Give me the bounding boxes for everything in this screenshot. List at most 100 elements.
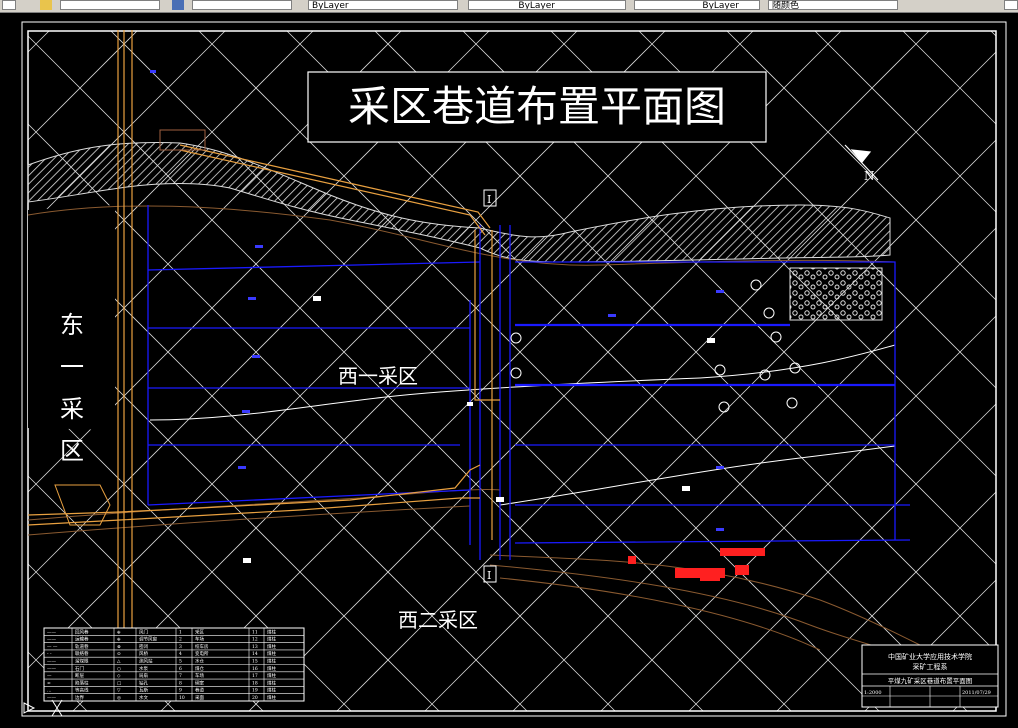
grid-line (27, 30, 50, 53)
grid-line (726, 30, 997, 301)
legend-cell: 运输巷 (75, 636, 89, 643)
legend-cell: ⊙ (117, 652, 121, 657)
toolbar-dropdown-arrow[interactable] (2, 0, 16, 10)
legend-cell: —— (47, 667, 57, 672)
legend-cell: — — (47, 645, 58, 650)
legend-cell: 18 (252, 680, 258, 686)
grid-line (512, 227, 997, 712)
legend-cell: 煤柱 (267, 679, 276, 686)
legend-cell: 煤柱 (267, 672, 276, 679)
legend-cell: 等高线 (75, 687, 89, 694)
properties-toolbar: ByLayer ByLayer ByLayer 随颜色 (0, 0, 1018, 13)
ucs-icon (23, 699, 63, 717)
legend-cell: 1 (179, 629, 182, 635)
legend-cell: 回风巷 (75, 629, 89, 635)
legend-cell: 14 (252, 651, 258, 657)
layer-state-icon[interactable] (40, 0, 52, 10)
legend-cell: 联络巷 (75, 650, 89, 657)
plotstyle-control-dropdown[interactable]: 随颜色 (768, 0, 898, 10)
legend-cell: 轨道巷 (75, 643, 89, 650)
legend-cell: —— (47, 638, 57, 643)
outcrop-hatch-band (27, 142, 891, 263)
legend-cell: 巷道 (195, 687, 204, 694)
toolbar-end-button[interactable] (1004, 0, 1018, 10)
legend-cell: 6 (179, 666, 182, 672)
layer-manager-icon[interactable] (172, 0, 184, 10)
legend-cell: 溜煤眼 (75, 658, 89, 665)
legend-cell: ▽ (117, 689, 121, 694)
legend-cell: 石门 (75, 665, 84, 672)
color-control-dropdown[interactable]: ByLayer (308, 0, 458, 10)
legend-table: —— 回风巷 ⊕ 风门 1 采区 11 煤柱 —— 运输巷 ⊕ 调节风窗 2 车场 12 煤柱 — — 轨道巷 ⊗ 密… (43, 627, 305, 702)
drawing-canvas[interactable]: N I I 采区巷道布置平面图 西一采区 西二采区 东一采区 —— 回风巷 ⊕ 风门 1… (0, 13, 1018, 724)
legend-cell: 煤柱 (267, 687, 276, 694)
legend-cell: 煤仓 (195, 665, 204, 672)
legend-cell: 11 (252, 629, 258, 635)
legend-cell: 煤柱 (267, 636, 276, 643)
north-label: N (864, 169, 875, 183)
legend-cell: 4 (179, 651, 182, 657)
legend-cell: 车场 (195, 636, 204, 643)
grid-line (27, 30, 138, 141)
legend-cell: 煤柱 (267, 665, 276, 672)
legend-cell: 绞车房 (195, 643, 209, 650)
lineweight-control-dropdown[interactable]: ByLayer (634, 0, 760, 10)
legend-cell: 17 (252, 673, 258, 679)
linetype-control-dropdown[interactable]: ByLayer (468, 0, 626, 10)
west-district-2-label: 西二采区 (398, 608, 478, 632)
legend-cell: 变电所 (195, 650, 209, 657)
legend-cell: ≈ (47, 681, 51, 686)
legend-cell: ◇ (117, 674, 121, 679)
legend-cell: 测风站 (139, 658, 153, 665)
legend-cell: ⊕ (117, 638, 121, 643)
legend-cell: 5 (179, 659, 182, 665)
legend-cell: 调节风窗 (139, 636, 157, 643)
legend-cell: - - (47, 652, 52, 657)
title-block-school: 中国矿业大学应用技术学院 (888, 652, 972, 661)
legend-cell: 煤柱 (267, 628, 276, 635)
section-mark-bottom-label: I (487, 569, 491, 582)
legend-cell: 12 (252, 637, 258, 643)
gravel-area (789, 267, 883, 321)
legend-cell: — (47, 674, 52, 679)
legend-cell: 9 (179, 688, 182, 694)
west-district-1-label: 西一采区 (338, 364, 418, 388)
legend-cell: 风门 (139, 628, 148, 635)
legend-cell: ○ (117, 667, 121, 672)
legend-cell: □ (117, 681, 121, 686)
legend-cell: 煤柱 (267, 658, 276, 665)
legend-cell: 15 (252, 659, 258, 665)
title-block-scale: 1:2000 (864, 690, 882, 696)
legend-cell: 局扇 (139, 672, 148, 679)
layer-name-dropdown[interactable] (192, 0, 292, 10)
legend-cell: △ (117, 660, 121, 665)
equipment-markers (243, 296, 715, 563)
legend-cell: —— (47, 630, 57, 635)
grid-line (814, 30, 997, 213)
legend-cell: 16 (252, 666, 258, 672)
legend-cell: 7 (179, 673, 182, 679)
legend-cell: ⊗ (117, 645, 121, 650)
legend-cell: ⊕ (117, 630, 121, 635)
legend-cell: … (47, 689, 52, 694)
legend-cell: 19 (252, 688, 258, 694)
legend-cell: 13 (252, 644, 258, 650)
layer-dropdown[interactable] (60, 0, 160, 10)
legend-cell: 水仓 (195, 658, 204, 665)
legend-cell: 车场 (195, 672, 204, 679)
legend-cell: 2 (179, 637, 182, 643)
title-block-drawing-name: 平煤九矿采区巷道布置平面图 (888, 676, 973, 685)
legend-cell: 风桥 (139, 650, 148, 657)
grid-line (902, 30, 997, 125)
legend-cell: 10 (179, 695, 185, 701)
legend-cell: 密闭 (139, 643, 148, 650)
legend-cell: 瓦斯 (139, 687, 148, 694)
legend-cell: 20 (252, 695, 258, 701)
legend-cell: 水泵 (139, 665, 148, 672)
legend-cell: 采面 (195, 694, 204, 701)
title-block-number: 2011/07/29 (962, 690, 991, 696)
legend-cell: 陷落柱 (75, 679, 89, 686)
title-block: 中国矿业大学应用技术学院 采矿工程系 平煤九矿采区巷道布置平面图 1:2000 … (861, 644, 999, 708)
legend-cell: 钻孔 (139, 679, 148, 686)
title-block-department: 采矿工程系 (913, 662, 948, 671)
